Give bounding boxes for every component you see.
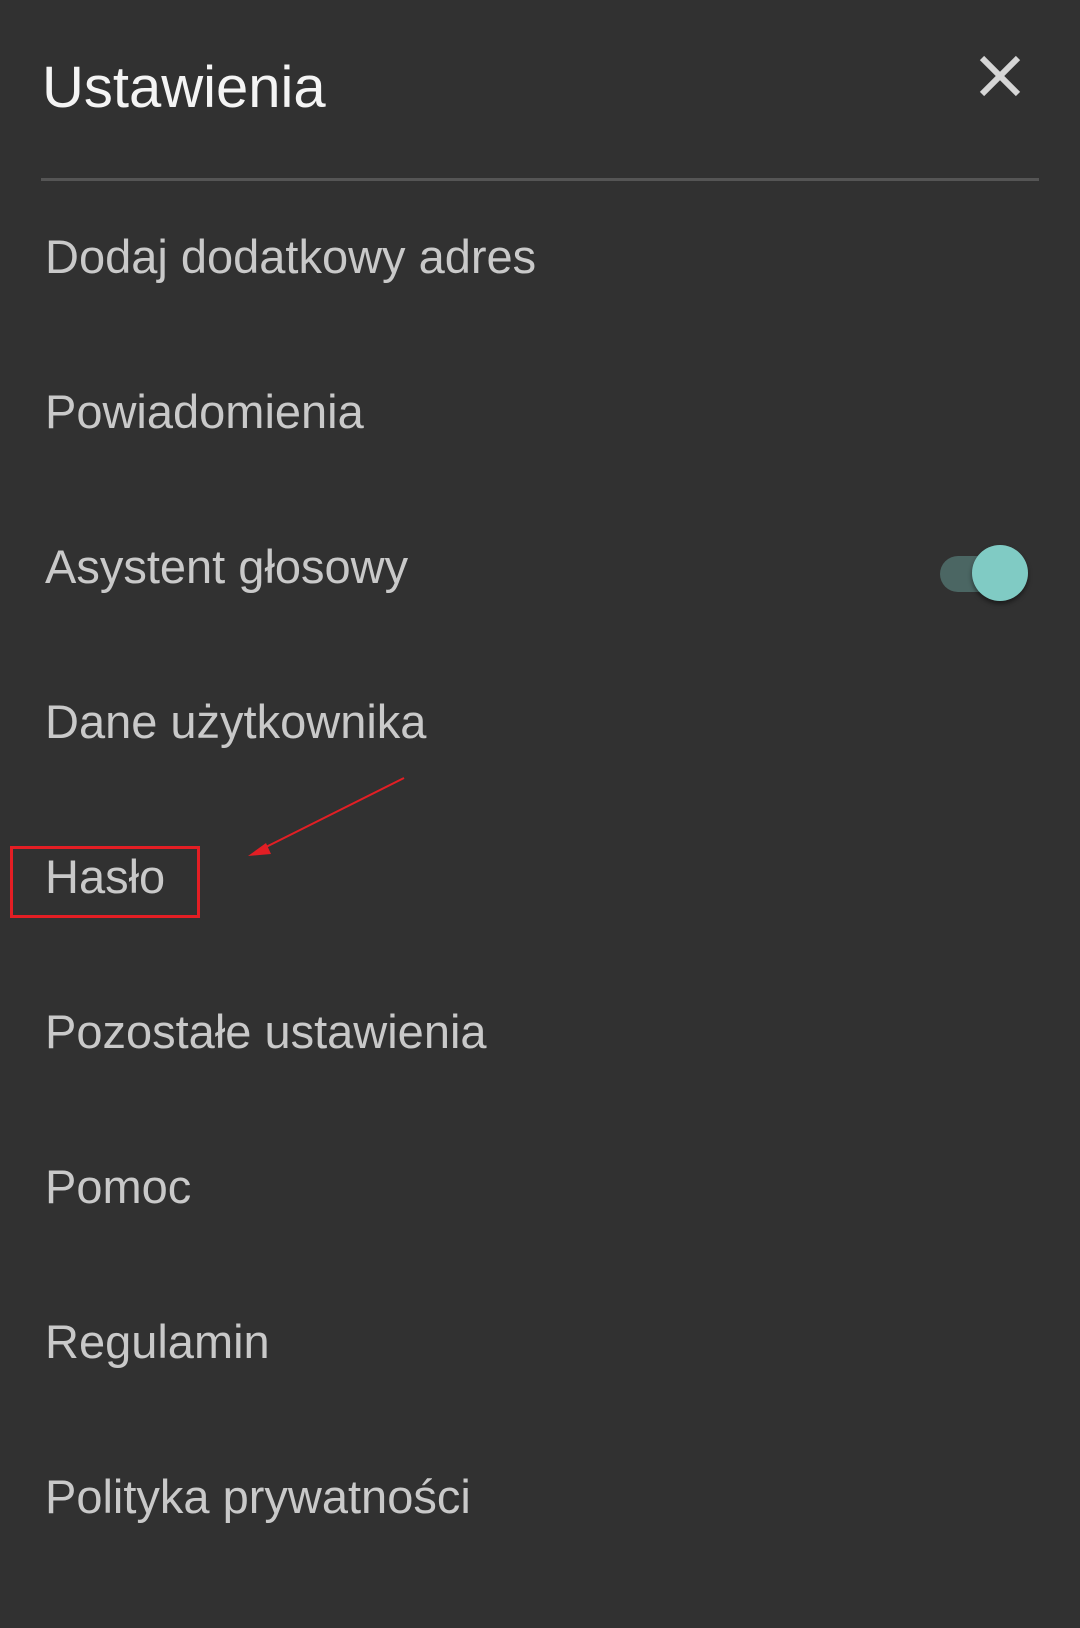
close-button[interactable]: [978, 54, 1044, 120]
menu-item-label: Dodaj dodatkowy adres: [45, 230, 537, 283]
annotation-highlight-box: [10, 846, 200, 918]
voice-assistant-toggle[interactable]: [938, 545, 1030, 601]
annotation-arrow-icon: [248, 777, 405, 856]
menu-item-privacy-policy[interactable]: Polityka prywatności: [0, 1425, 1080, 1580]
menu-item-label: Pomoc: [45, 1160, 192, 1213]
menu-item-label: Regulamin: [45, 1315, 270, 1368]
menu-item-other-settings[interactable]: Pozostałe ustawienia: [0, 960, 1080, 1115]
menu-item-notifications[interactable]: Powiadomienia: [0, 340, 1080, 495]
menu-item-user-data[interactable]: Dane użytkownika: [0, 650, 1080, 805]
menu-item-add-address[interactable]: Dodaj dodatkowy adres: [0, 185, 1080, 340]
menu-item-label: Pozostałe ustawienia: [45, 1005, 487, 1058]
menu-item-help[interactable]: Pomoc: [0, 1115, 1080, 1270]
menu-item-label: Dane użytkownika: [45, 695, 427, 748]
settings-screen: Ustawienia Dodaj dodatkowy adres Powiado…: [0, 0, 1080, 1628]
page-title: Ustawienia: [42, 55, 326, 120]
menu-item-terms[interactable]: Regulamin: [0, 1270, 1080, 1425]
header-divider: [41, 178, 1039, 181]
settings-header: Ustawienia: [0, 0, 1080, 180]
menu-item-label: Polityka prywatności: [45, 1470, 471, 1523]
menu-item-voice-assistant[interactable]: Asystent głosowy: [0, 495, 1080, 650]
toggle-knob: [972, 545, 1028, 601]
close-icon: [979, 55, 1021, 97]
menu-item-label: Powiadomienia: [45, 385, 364, 438]
menu-item-label: Asystent głosowy: [45, 540, 409, 593]
